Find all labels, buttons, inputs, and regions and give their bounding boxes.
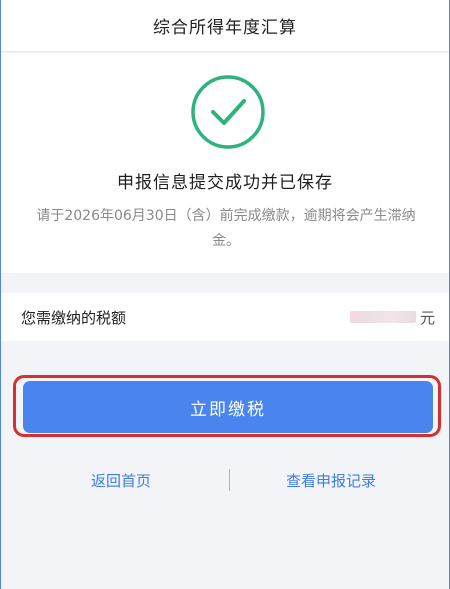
tax-amount-row: 您需缴纳的税额 元 (1, 293, 449, 341)
links-divider (229, 469, 230, 491)
tax-amount-value-group: 元 (349, 307, 435, 328)
check-circle-icon (191, 75, 265, 149)
tax-result-page: 综合所得年度汇算 申报信息提交成功并已保存 请于2026年06月30日（含）前完… (0, 0, 450, 589)
nav-bar: 综合所得年度汇算 (1, 0, 449, 52)
footer-links: 返回首页 查看申报记录 (1, 466, 449, 496)
pay-tax-button[interactable]: 立即缴税 (23, 381, 433, 433)
result-description: 请于2026年06月30日（含）前完成缴款，逾期将会产生滞纳金。 (36, 208, 416, 249)
result-card: 申报信息提交成功并已保存 请于2026年06月30日（含）前完成缴款，逾期将会产… (1, 53, 449, 273)
view-records-link[interactable]: 查看申报记录 (271, 466, 391, 496)
page-title: 综合所得年度汇算 (153, 18, 297, 38)
return-home-link[interactable]: 返回首页 (61, 466, 181, 496)
result-title: 申报信息提交成功并已保存 (117, 173, 333, 193)
tax-amount-label: 您需缴纳的税额 (21, 308, 127, 327)
tax-amount-unit: 元 (419, 308, 435, 327)
tax-amount-value-obscured (349, 311, 416, 323)
